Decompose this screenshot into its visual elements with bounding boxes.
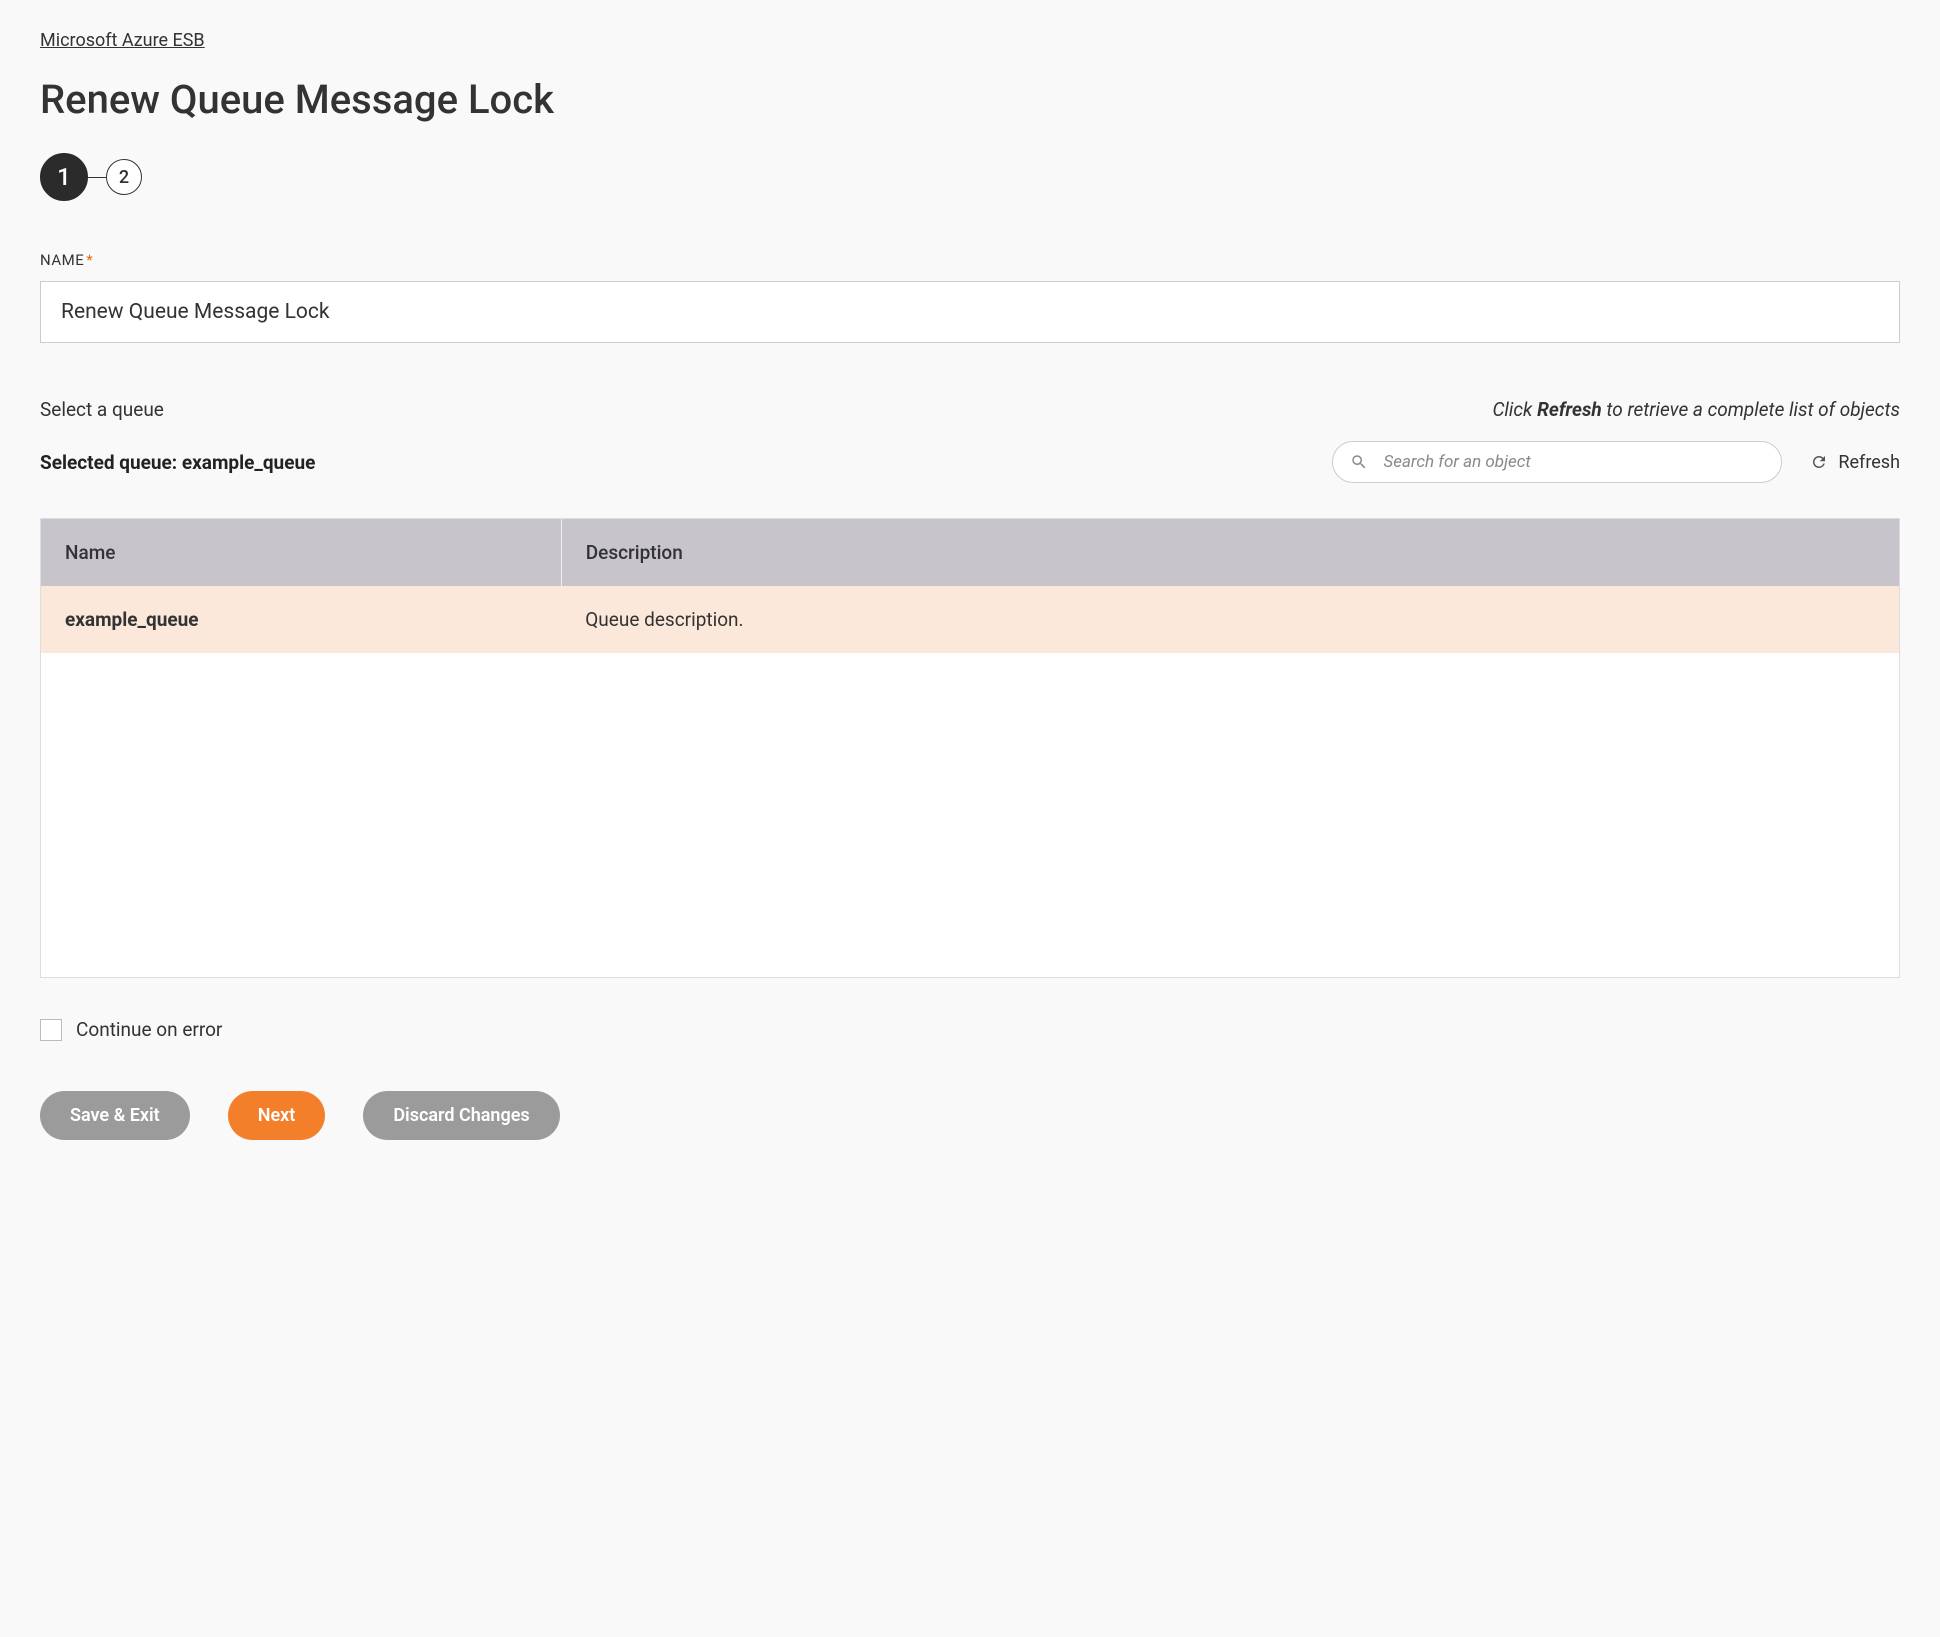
refresh-button-label: Refresh (1838, 452, 1900, 473)
step-1[interactable]: 1 (40, 153, 88, 201)
save-exit-button[interactable]: Save & Exit (40, 1091, 190, 1140)
name-label-text: NAME (40, 251, 84, 269)
refresh-button[interactable]: Refresh (1810, 452, 1900, 473)
search-wrapper (1332, 441, 1782, 483)
selected-queue-value: example_queue (182, 451, 316, 474)
wizard-stepper: 1 2 (40, 153, 1900, 201)
refresh-hint-suffix: to retrieve a complete list of objects (1602, 398, 1900, 421)
page-title: Renew Queue Message Lock (40, 76, 1900, 123)
refresh-hint-prefix: Click (1492, 398, 1537, 421)
table-row[interactable]: example_queue Queue description. (41, 586, 1899, 653)
table-header-name[interactable]: Name (41, 519, 561, 586)
step-connector (88, 177, 106, 178)
search-input[interactable] (1332, 441, 1782, 483)
refresh-hint: Click Refresh to retrieve a complete lis… (1492, 398, 1900, 421)
discard-button[interactable]: Discard Changes (363, 1091, 559, 1140)
refresh-hint-bold: Refresh (1537, 398, 1602, 421)
next-button[interactable]: Next (228, 1091, 326, 1140)
queue-table-container: Name Description example_queue Queue des… (40, 518, 1900, 978)
search-icon (1350, 453, 1368, 471)
selected-queue-prefix: Selected queue: (40, 451, 182, 474)
breadcrumb[interactable]: Microsoft Azure ESB (40, 30, 205, 51)
required-marker: * (86, 251, 93, 269)
queue-table: Name Description example_queue Queue des… (41, 519, 1899, 653)
continue-on-error-label[interactable]: Continue on error (76, 1018, 222, 1041)
continue-on-error-checkbox[interactable] (40, 1019, 62, 1041)
select-queue-label: Select a queue (40, 398, 164, 421)
refresh-icon (1810, 453, 1828, 471)
table-header-description[interactable]: Description (561, 519, 1899, 586)
table-cell-name: example_queue (41, 586, 561, 653)
button-row: Save & Exit Next Discard Changes (40, 1091, 1900, 1140)
step-2[interactable]: 2 (106, 159, 142, 195)
name-input[interactable] (40, 281, 1900, 343)
name-field-label: NAME* (40, 251, 1900, 269)
table-cell-description: Queue description. (561, 586, 1899, 653)
selected-queue-label: Selected queue: example_queue (40, 451, 315, 474)
